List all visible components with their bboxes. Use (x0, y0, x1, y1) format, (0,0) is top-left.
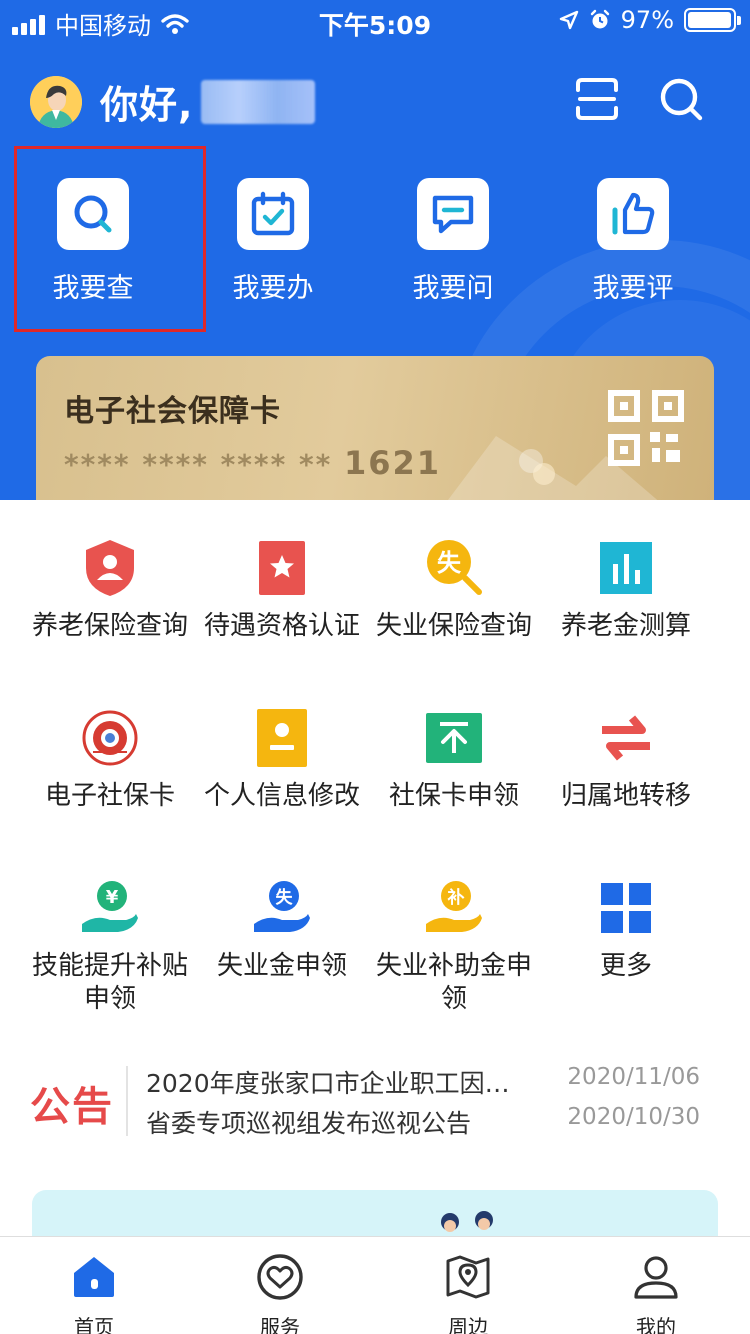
card-number-tail: 1621 (344, 444, 442, 482)
qr-code-icon[interactable] (608, 390, 684, 466)
service-card-application[interactable]: 社保卡申领 (364, 706, 544, 813)
thumbs-up-icon (612, 192, 655, 235)
yuan-hand-icon: ¥ (82, 881, 138, 932)
map-pin-icon (446, 1255, 490, 1299)
notice-logo: 公告 (30, 1084, 114, 1130)
service-label: 社保卡申领 (388, 781, 519, 811)
notice-board: 公告 2020年度张家口市企业职工因… 2020/11/06 省委专项巡视组发布… (0, 1060, 750, 1150)
tab-home[interactable]: 首页 (34, 1253, 154, 1334)
service-personal-info[interactable]: 个人信息修改 (192, 706, 372, 813)
quick-action-label: 我要办 (232, 273, 314, 304)
service-label: 归属地转移 (560, 781, 691, 811)
service-e-card[interactable]: 电子社保卡 (20, 706, 200, 813)
service-label: 技能提升补贴申领 (31, 951, 188, 1014)
status-bar: 中国移动 下午5:09 97% (0, 0, 750, 40)
service-more[interactable]: 更多 (536, 876, 716, 983)
service-label: 电子社保卡 (44, 781, 175, 811)
notice-title: 2020年度张家口市企业职工因… (146, 1069, 510, 1098)
id-card-icon (257, 709, 307, 767)
tab-services[interactable]: 服务 (220, 1253, 340, 1334)
tab-bar: 首页 服务 周边 我的 (0, 1236, 750, 1334)
divider (126, 1066, 128, 1136)
search-badge-icon: 失 (427, 540, 482, 595)
service-badge: 失 (437, 549, 462, 577)
location-arrow-icon (559, 10, 578, 30)
tab-label: 我的 (636, 1315, 676, 1334)
blurred-username (201, 79, 316, 124)
service-unemployment-benefit[interactable]: 失 失业金申领 (192, 876, 372, 983)
service-label: 失业保险查询 (375, 611, 532, 641)
transfer-arrows-icon (602, 715, 650, 761)
service-badge: 补 (447, 887, 465, 908)
service-label: 待遇资格认证 (203, 611, 360, 641)
user-icon (634, 1256, 678, 1299)
search-icon[interactable] (658, 76, 704, 122)
service-label: 更多 (599, 951, 652, 981)
service-badge: 失 (276, 887, 294, 908)
greeting-row: 你好, (30, 74, 316, 129)
service-label: 失业补助金申领 (375, 951, 532, 1014)
service-label: 养老保险查询 (31, 611, 188, 641)
calendar-check-icon (251, 191, 295, 236)
shield-user-icon (86, 540, 134, 596)
quick-action-label: 我要问 (412, 273, 494, 304)
greeting-text: 你好, (100, 83, 194, 127)
scan-icon[interactable] (574, 76, 620, 122)
tab-nearby[interactable]: 周边 (408, 1253, 528, 1334)
tab-mine[interactable]: 我的 (596, 1253, 716, 1334)
service-unemployment-subsidy[interactable]: 补 失业补助金申领 (364, 876, 544, 1016)
upload-icon (426, 713, 482, 763)
chat-icon (432, 195, 474, 234)
highlight-box (14, 146, 206, 332)
service-label: 个人信息修改 (203, 781, 360, 811)
hand-badge-icon: 失 (254, 881, 310, 932)
service-badge: ¥ (106, 887, 119, 908)
avatar[interactable] (30, 75, 82, 128)
grid-icon (601, 883, 651, 933)
social-security-card[interactable]: 电子社会保障卡 **** **** **** ** 1621 (36, 356, 714, 500)
service-label: 养老金测算 (560, 611, 691, 641)
service-unemployment-query[interactable]: 失 失业保险查询 (364, 536, 544, 643)
service-pension-calculation[interactable]: 养老金测算 (536, 536, 716, 643)
service-location-transfer[interactable]: 归属地转移 (536, 706, 716, 813)
card-number-masked: **** **** **** ** (64, 448, 333, 481)
star-badge-icon (259, 541, 305, 595)
quick-action-ask[interactable]: 我要问 (363, 178, 543, 305)
heart-circle-icon (257, 1254, 303, 1300)
service-label: 失业金申领 (216, 951, 347, 981)
quick-action-rate[interactable]: 我要评 (543, 178, 723, 305)
service-skill-subsidy[interactable]: ¥ 技能提升补贴申领 (20, 876, 200, 1016)
social-security-card-icon (82, 710, 138, 766)
home-icon (74, 1257, 114, 1297)
notice-date: 2020/11/06 (567, 1064, 700, 1090)
tab-label: 周边 (448, 1315, 488, 1334)
tab-label: 服务 (260, 1315, 300, 1334)
notice-title: 省委专项巡视组发布巡视公告 (146, 1109, 472, 1138)
quick-action-handle[interactable]: 我要办 (183, 178, 363, 305)
hand-badge-icon: 补 (426, 881, 482, 932)
card-title: 电子社会保障卡 (64, 394, 281, 429)
alarm-icon (590, 9, 609, 29)
battery-percent: 97% (620, 6, 674, 34)
notice-date: 2020/10/30 (567, 1104, 700, 1130)
bar-chart-icon (600, 542, 652, 594)
service-pension-query[interactable]: 养老保险查询 (20, 536, 200, 643)
tab-label: 首页 (74, 1315, 114, 1334)
service-benefit-certification[interactable]: 待遇资格认证 (192, 536, 372, 643)
battery-icon (684, 8, 741, 32)
quick-action-label: 我要评 (592, 273, 674, 304)
card-number: **** **** **** ** 1621 (64, 444, 441, 482)
